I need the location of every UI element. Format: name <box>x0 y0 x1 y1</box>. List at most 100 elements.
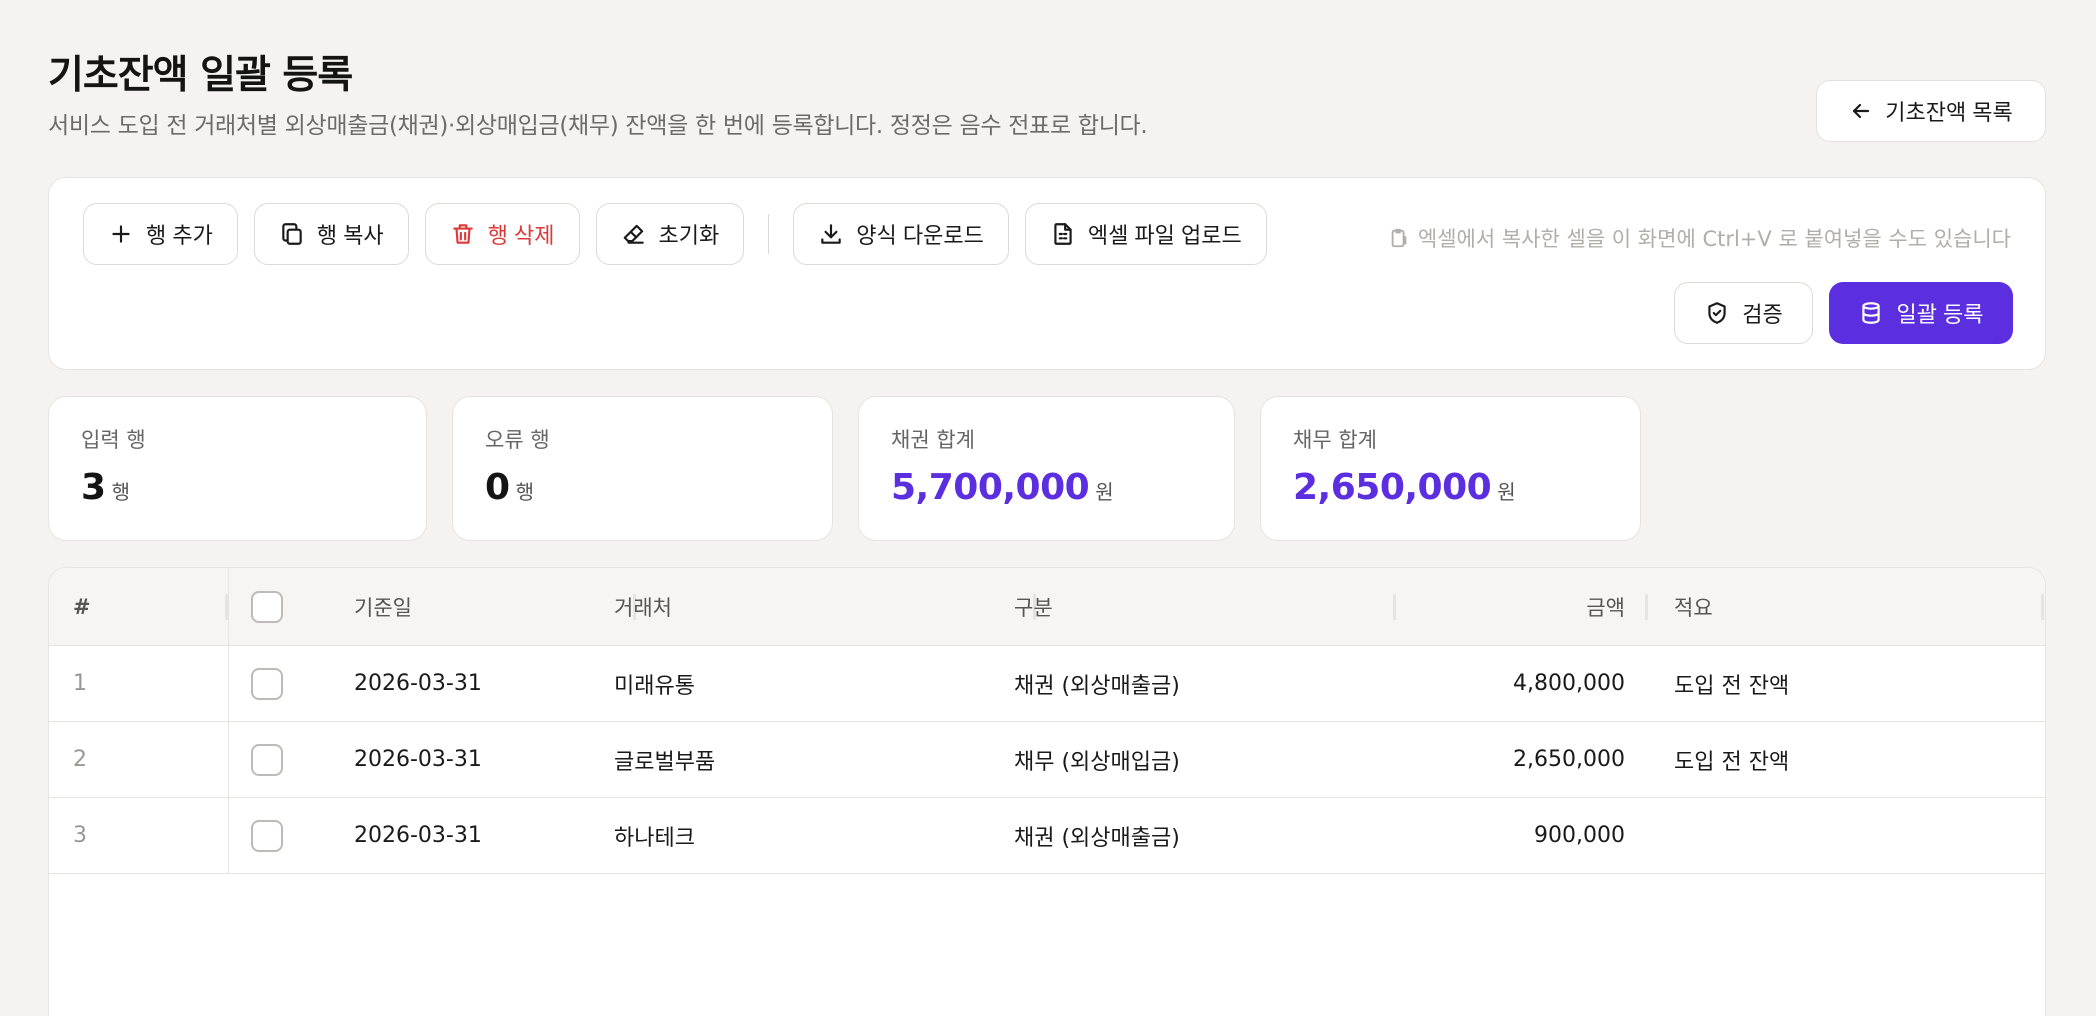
copy-icon <box>282 223 302 245</box>
stat-value-wrap: 0 행 <box>485 467 534 508</box>
cell-amount[interactable]: 4,800,000 <box>1513 646 1625 721</box>
stat-unit: 행 <box>515 480 534 504</box>
page-header: 기초잔액 일괄 등록 서비스 도입 전 거래처별 외상매출금(채권)·외상매입금… <box>48 44 2046 144</box>
row-checkbox[interactable] <box>251 819 283 852</box>
paste-hint: 엑셀에서 복사한 셀을 이 화면에 Ctrl+V 로 붙여넣을 수도 있습니다 <box>1388 223 2011 253</box>
file-spreadsheet-icon <box>1054 223 1072 245</box>
stat-card-receivable: 채권 합계 5,700,000 원 <box>858 396 1235 541</box>
action-row: 검증 일괄 등록 <box>1674 282 2013 344</box>
plus-icon <box>112 225 130 243</box>
download-icon <box>821 224 842 244</box>
column-divider <box>228 646 229 721</box>
table-row[interactable]: 1 2026-03-31 미래유통 채권 (외상매출금) 4,800,000 도… <box>49 646 2045 722</box>
column-header-type: 구분 <box>1014 595 1053 620</box>
table-row[interactable]: 3 2026-03-31 하나테크 채권 (외상매출금) 900,000 <box>49 798 2045 874</box>
stat-value: 2,650,000 <box>1293 467 1492 508</box>
table-row[interactable]: 2 2026-03-31 글로벌부품 채무 (외상매입금) 2,650,000 … <box>49 722 2045 798</box>
stat-value: 0 <box>485 467 510 508</box>
row-select-cell <box>251 798 283 873</box>
column-divider <box>228 798 229 873</box>
cell-amount[interactable]: 900,000 <box>1534 798 1625 873</box>
row-select-cell <box>251 722 283 797</box>
cell-type[interactable]: 채권 (외상매출금) <box>1014 798 1180 873</box>
row-checkbox[interactable] <box>251 667 283 700</box>
toolbar-divider <box>768 214 770 254</box>
column-header-amount: 금액 <box>1586 595 1625 620</box>
clipboard-icon <box>1391 228 1407 248</box>
balance-table: # 기준일 거래처 구분 금액 적요 1 2026-03-31 미래유통 채권 … <box>48 567 2046 1016</box>
back-button-label: 기초잔액 목록 <box>1885 100 2013 125</box>
verify-button[interactable]: 검증 <box>1674 282 1813 344</box>
upload-excel-button[interactable]: 엑셀 파일 업로드 <box>1024 203 1267 265</box>
submit-label: 일괄 등록 <box>1896 302 1984 327</box>
stat-label: 입력 행 <box>81 428 146 452</box>
column-header-memo: 적요 <box>1674 595 1713 620</box>
back-to-list-button[interactable]: 기초잔액 목록 <box>1816 80 2046 142</box>
row-number: 2 <box>73 747 87 772</box>
select-all-checkbox[interactable] <box>251 590 283 623</box>
cell-date[interactable]: 2026-03-31 <box>354 646 482 721</box>
stat-label: 채권 합계 <box>891 428 975 452</box>
paste-hint-text: 엑셀에서 복사한 셀을 이 화면에 Ctrl+V 로 붙여넣을 수도 있습니다 <box>1417 227 2011 251</box>
delete-row-button[interactable]: 행 삭제 <box>424 203 580 265</box>
database-icon <box>1862 302 1881 324</box>
stat-value: 5,700,000 <box>891 467 1090 508</box>
stat-card-payable: 채무 합계 2,650,000 원 <box>1260 396 1641 541</box>
add-row-label: 행 추가 <box>146 223 213 248</box>
cell-date[interactable]: 2026-03-31 <box>354 722 482 797</box>
table-header: # 기준일 거래처 구분 금액 적요 <box>49 568 2045 646</box>
page-subtitle: 서비스 도입 전 거래처별 외상매출금(채권)·외상매입금(채무) 잔액을 한 … <box>48 113 1148 139</box>
stat-value-wrap: 5,700,000 원 <box>891 467 1114 508</box>
cell-type[interactable]: 채무 (외상매입금) <box>1014 722 1180 797</box>
stat-value-wrap: 3 행 <box>81 467 130 508</box>
stat-value: 3 <box>81 467 106 508</box>
stat-label: 채무 합계 <box>1293 428 1377 452</box>
shield-check-icon <box>1708 302 1726 324</box>
column-resize-handle[interactable] <box>2041 594 2044 620</box>
column-resize-handle[interactable] <box>1645 594 1648 620</box>
cell-memo[interactable]: 도입 전 잔액 <box>1674 646 1789 721</box>
page: 기초잔액 일괄 등록 서비스 도입 전 거래처별 외상매출금(채권)·외상매입금… <box>48 0 2046 1016</box>
copy-row-button[interactable]: 행 복사 <box>253 203 409 265</box>
bulk-submit-button[interactable]: 일괄 등록 <box>1829 282 2013 344</box>
download-template-label: 양식 다운로드 <box>856 223 984 248</box>
add-row-button[interactable]: 행 추가 <box>83 203 238 265</box>
select-all-cell <box>251 568 283 645</box>
stat-unit: 원 <box>1497 480 1516 504</box>
cell-vendor[interactable]: 하나테크 <box>614 798 695 873</box>
reset-button[interactable]: 초기화 <box>595 203 745 265</box>
row-number: 3 <box>73 823 87 848</box>
copy-row-label: 행 복사 <box>316 223 384 248</box>
cell-date[interactable]: 2026-03-31 <box>354 798 482 873</box>
toolbar-card: 행 추가 행 복사 행 삭제 초기화 양식 다운로드 엑셀 파일 업로드 엑셀에… <box>48 177 2046 370</box>
stat-card-errors: 오류 행 0 행 <box>452 396 833 541</box>
cell-vendor[interactable]: 글로벌부품 <box>614 722 715 797</box>
stats-row: 입력 행 3 행 오류 행 0 행 채권 합계 5,700,000 원 채무 합… <box>48 396 1641 541</box>
row-number: 1 <box>73 671 87 696</box>
download-template-button[interactable]: 양식 다운로드 <box>793 203 1009 265</box>
row-checkbox[interactable] <box>251 743 283 776</box>
column-divider <box>228 722 229 797</box>
page-title: 기초잔액 일괄 등록 <box>48 53 353 98</box>
trash-icon <box>452 224 473 244</box>
delete-row-label: 행 삭제 <box>487 223 555 248</box>
cell-memo[interactable]: 도입 전 잔액 <box>1674 722 1789 797</box>
cell-vendor[interactable]: 미래유통 <box>614 646 695 721</box>
stat-card-rows: 입력 행 3 행 <box>48 396 427 541</box>
column-header-date: 기준일 <box>354 595 412 620</box>
column-header-num: # <box>73 594 91 619</box>
stat-unit: 행 <box>111 480 130 504</box>
cell-type[interactable]: 채권 (외상매출금) <box>1014 646 1180 721</box>
eraser-icon <box>623 224 644 244</box>
toolbar-row: 행 추가 행 복사 행 삭제 초기화 양식 다운로드 엑셀 파일 업로드 <box>83 203 1267 265</box>
reset-label: 초기화 <box>658 223 720 248</box>
column-header-vendor: 거래처 <box>614 595 672 620</box>
stat-label: 오류 행 <box>485 428 550 452</box>
cell-amount[interactable]: 2,650,000 <box>1513 722 1625 797</box>
column-resize-handle[interactable] <box>1393 594 1396 620</box>
stat-value-wrap: 2,650,000 원 <box>1293 467 1516 508</box>
upload-excel-label: 엑셀 파일 업로드 <box>1087 223 1242 248</box>
column-divider <box>228 568 229 645</box>
verify-label: 검증 <box>1742 302 1783 327</box>
row-select-cell <box>251 646 283 721</box>
